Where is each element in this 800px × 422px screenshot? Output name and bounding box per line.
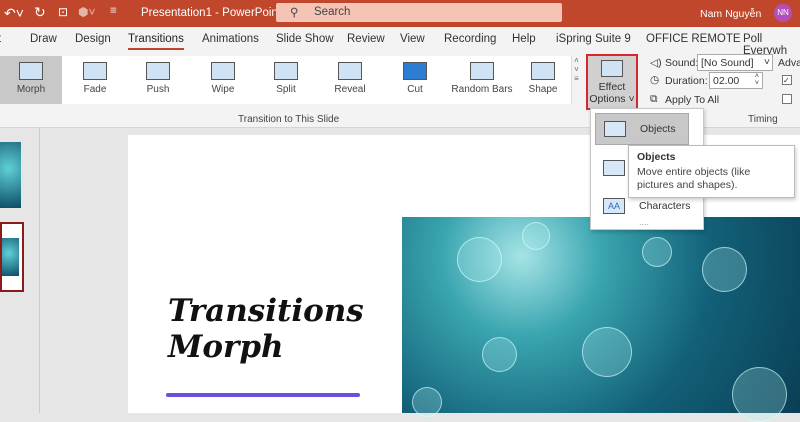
tab-recording[interactable]: Recording xyxy=(444,33,496,45)
search-input[interactable]: ⚲ Search xyxy=(276,3,562,22)
transition-push[interactable]: Push xyxy=(130,56,186,104)
sound-label: Sound: xyxy=(665,57,699,69)
tooltip-description: Move entire objects (like pictures and s… xyxy=(637,166,751,191)
gallery-scroll[interactable]: ˄ ˅ ≡ xyxy=(571,56,581,104)
tab-ispring[interactable]: iSpring Suite 9 xyxy=(556,33,631,45)
effect-options-button[interactable]: Effect Options ˅ xyxy=(586,54,638,110)
transition-random-bars[interactable]: Random Bars xyxy=(446,56,518,104)
duration-value: 02.00 xyxy=(713,75,740,87)
ribbon-tabs: rt Draw Design Transitions Animations Sl… xyxy=(0,27,800,57)
search-placeholder: Search xyxy=(314,6,351,18)
title-underline xyxy=(166,393,360,397)
tab-transitions[interactable]: Transitions xyxy=(128,33,184,50)
transition-shape[interactable]: Shape xyxy=(515,56,571,104)
group-label-timing: Timing xyxy=(748,114,778,125)
objects-icon xyxy=(604,121,626,137)
user-name: Nam Nguyễn xyxy=(700,8,762,20)
advance-label: Adva xyxy=(778,57,800,69)
tab-view[interactable]: View xyxy=(400,33,425,45)
tooltip: Objects Move entire objects (like pictur… xyxy=(628,145,795,198)
fade-icon xyxy=(83,62,107,80)
bubbles-image[interactable] xyxy=(402,217,800,422)
transition-morph[interactable]: Morph xyxy=(0,56,62,104)
label: Wipe xyxy=(211,84,235,95)
wipe-icon xyxy=(211,62,235,80)
window-title: Presentation1 - PowerPoint xyxy=(141,7,281,19)
menu-item-objects[interactable]: Objects xyxy=(595,113,689,145)
label: Push xyxy=(146,84,170,95)
shape-icon xyxy=(531,62,555,80)
label: Random Bars xyxy=(451,84,513,95)
sound-select[interactable]: [No Sound] ˅ xyxy=(697,54,773,71)
group-label-transition: Transition to This Slide xyxy=(238,114,340,125)
duration-icon: ◷ xyxy=(650,74,660,86)
present-icon[interactable]: ⊡ xyxy=(58,5,68,19)
spinner-icon[interactable]: ˄ ˅ xyxy=(755,73,759,87)
label: Split xyxy=(276,84,296,95)
tab-insert[interactable]: rt xyxy=(0,33,1,45)
label: Fade xyxy=(83,84,107,95)
avatar[interactable]: NN xyxy=(774,4,792,22)
addin-icon[interactable]: ⬢˅ xyxy=(78,5,95,19)
slide-thumbnail-1[interactable] xyxy=(0,142,21,208)
slide-thumbnails xyxy=(0,128,40,413)
tab-help[interactable]: Help xyxy=(512,33,536,45)
transition-fade[interactable]: Fade xyxy=(67,56,123,104)
slide-title-line-1: Transitions xyxy=(168,293,364,329)
tooltip-title: Objects xyxy=(637,151,676,163)
morph-icon xyxy=(19,62,43,80)
apply-to-all-button[interactable]: Apply To All xyxy=(665,94,719,106)
redo-icon[interactable]: ↻ xyxy=(34,4,46,21)
after-checkbox[interactable] xyxy=(782,94,792,104)
random-bars-icon xyxy=(470,62,494,80)
words-icon xyxy=(603,160,625,176)
customize-icon[interactable]: ≡ xyxy=(110,5,117,17)
transition-cut[interactable]: Cut xyxy=(387,56,443,104)
tab-review[interactable]: Review xyxy=(347,33,385,45)
label: Reveal xyxy=(334,84,366,95)
tab-office-remote[interactable]: OFFICE REMOTE xyxy=(646,33,741,45)
chevron-down-icon: ˅ xyxy=(763,56,770,68)
on-click-checkbox[interactable]: ✓ xyxy=(782,75,792,85)
menu-item-label: Objects xyxy=(640,123,676,135)
sound-icon: ◁) xyxy=(650,57,662,69)
split-icon xyxy=(274,62,298,80)
menu-item-label: Characters xyxy=(639,200,691,212)
cut-icon xyxy=(403,62,427,80)
tab-slide-show[interactable]: Slide Show xyxy=(276,33,334,45)
duration-label: Duration: xyxy=(665,75,708,87)
slide-title[interactable]: Transitions Morph xyxy=(168,293,364,365)
transition-wipe[interactable]: Wipe xyxy=(195,56,251,104)
tab-design[interactable]: Design xyxy=(75,33,111,45)
label: Cut xyxy=(407,84,423,95)
apply-all-icon: ⧉ xyxy=(650,93,658,105)
effect-label-1: Effect xyxy=(598,81,626,93)
slide-thumbnail-2[interactable] xyxy=(0,222,24,292)
duration-input[interactable]: 02.00 ˄ ˅ xyxy=(709,72,763,89)
characters-icon: AA xyxy=(603,198,625,214)
title-bar: ↶˅ ↻ ⊡ ⬢˅ ≡ Presentation1 - PowerPoint ⚲… xyxy=(0,0,800,27)
reveal-icon xyxy=(338,62,362,80)
search-icon: ⚲ xyxy=(290,7,299,19)
undo-icon[interactable]: ↶˅ xyxy=(4,5,24,22)
menu-more: .... xyxy=(639,217,650,227)
transition-reveal[interactable]: Reveal xyxy=(322,56,378,104)
push-icon xyxy=(146,62,170,80)
transition-split[interactable]: Split xyxy=(258,56,314,104)
tab-draw[interactable]: Draw xyxy=(30,33,57,45)
sound-value: [No Sound] xyxy=(701,57,754,69)
tab-animations[interactable]: Animations xyxy=(202,33,259,45)
effect-options-icon xyxy=(601,60,623,77)
label: Shape xyxy=(528,84,558,95)
slide-title-line-2: Morph xyxy=(168,329,284,365)
label: Morph xyxy=(16,84,46,95)
effect-label-2: Options ˅ xyxy=(589,93,635,105)
